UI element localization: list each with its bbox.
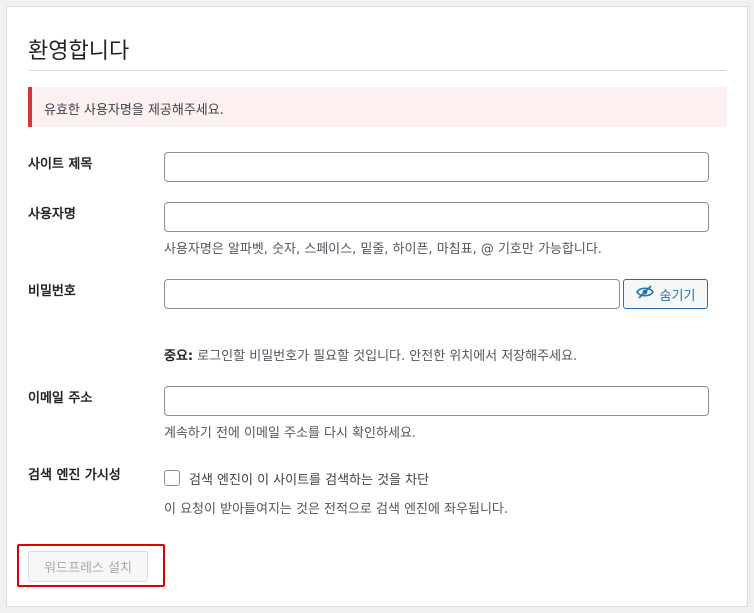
password-input[interactable] bbox=[164, 279, 620, 309]
search-visibility-label: 검색 엔진 가시성 bbox=[28, 468, 121, 483]
site-title-label: 사이트 제목 bbox=[28, 157, 93, 172]
title-divider bbox=[28, 70, 727, 71]
search-visibility-checkbox-label[interactable]: 검색 엔진이 이 사이트를 검색하는 것을 차단 bbox=[189, 469, 429, 488]
important-text: 로그인할 비밀번호가 필요할 것입니다. 안전한 위치에서 저장해주세요. bbox=[193, 349, 578, 364]
email-description: 계속하기 전에 이메일 주소를 다시 확인하세요. bbox=[164, 426, 417, 441]
hide-password-label: 숨기기 bbox=[659, 288, 696, 304]
error-notice-text: 유효한 사용자명을 제공해주세요. bbox=[44, 103, 224, 118]
email-input[interactable] bbox=[164, 386, 709, 416]
email-label: 이메일 주소 bbox=[28, 391, 93, 406]
username-input[interactable] bbox=[164, 202, 709, 232]
password-important-note: 중요: 로그인할 비밀번호가 필요할 것입니다. 안전한 위치에서 저장해주세요… bbox=[164, 345, 577, 364]
username-description: 사용자명은 알파벳, 숫자, 스페이스, 밑줄, 하이픈, 마침표, @ 기호만… bbox=[164, 242, 602, 257]
install-wordpress-button[interactable]: 워드프레스 설치 bbox=[28, 551, 148, 582]
page-title: 환영합니다 bbox=[28, 39, 130, 64]
hide-password-button[interactable]: 숨기기 bbox=[623, 279, 708, 309]
search-visibility-checkbox[interactable] bbox=[164, 470, 180, 486]
search-visibility-description: 이 요청이 받아들여지는 것은 전적으로 검색 엔진에 좌우됩니다. bbox=[164, 502, 509, 517]
password-label: 비밀번호 bbox=[28, 284, 76, 299]
site-title-input[interactable] bbox=[164, 152, 709, 182]
eye-slash-icon bbox=[635, 285, 654, 303]
install-form-card: 환영합니다 유효한 사용자명을 제공해주세요. 사이트 제목 사용자명 사용자명… bbox=[6, 6, 748, 607]
username-label: 사용자명 bbox=[28, 207, 76, 222]
error-notice: 유효한 사용자명을 제공해주세요. bbox=[28, 87, 727, 127]
important-prefix: 중요: bbox=[164, 349, 194, 364]
